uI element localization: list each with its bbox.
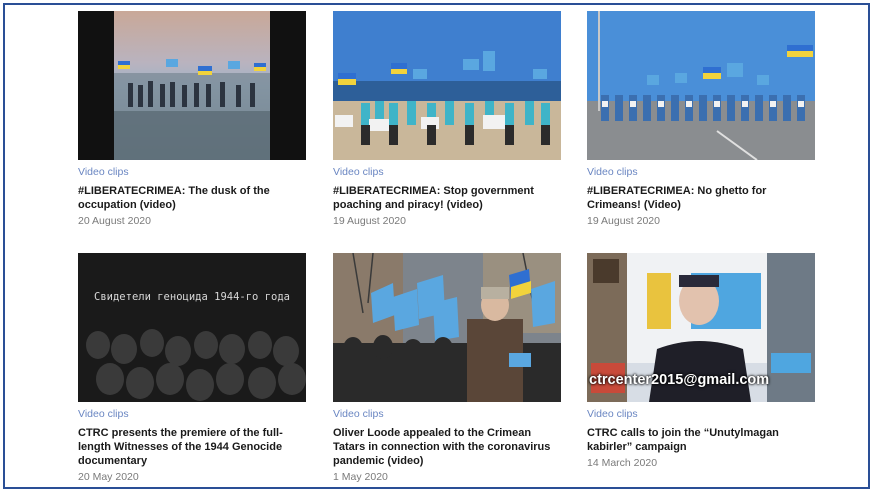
category-link[interactable]: Video clips xyxy=(78,408,308,420)
article-title[interactable]: Oliver Loode appealed to the Crimean Tat… xyxy=(333,426,563,468)
category-link[interactable]: Video clips xyxy=(333,408,563,420)
category-link[interactable]: Video clips xyxy=(333,166,563,178)
thumbnail-caption: Свидетели геноцида 1944-го года xyxy=(94,291,290,303)
category-link[interactable]: Video clips xyxy=(587,166,817,178)
thumbnail-image[interactable] xyxy=(333,11,561,160)
article-title[interactable]: CTRC calls to join the “Unutylmagan kabi… xyxy=(587,426,817,454)
articles-frame: Video clips #LIBERATECRIMEA: The dusk of… xyxy=(3,3,870,489)
category-link[interactable]: Video clips xyxy=(587,408,817,420)
article-date: 1 May 2020 xyxy=(333,471,388,483)
thumbnail-image[interactable] xyxy=(587,11,815,160)
article-date: 20 May 2020 xyxy=(78,471,139,483)
article-card[interactable]: Video clips #LIBERATECRIMEA: The dusk of… xyxy=(78,11,308,227)
thumbnail-image[interactable]: Свидетели геноцида 1944-го года xyxy=(78,253,306,402)
article-title[interactable]: #LIBERATECRIMEA: No ghetto for Crimeans!… xyxy=(587,184,817,212)
article-date: 19 August 2020 xyxy=(587,215,660,227)
article-title[interactable]: #LIBERATECRIMEA: The dusk of the occupat… xyxy=(78,184,308,212)
article-date: 14 March 2020 xyxy=(587,457,658,469)
thumbnail-image[interactable]: ctrcenter2015@gmail.com xyxy=(587,253,815,402)
category-link[interactable]: Video clips xyxy=(78,166,308,178)
article-title[interactable]: #LIBERATECRIMEA: Stop government poachin… xyxy=(333,184,563,212)
article-card[interactable]: ctrcenter2015@gmail.com Video clips CTRC… xyxy=(587,253,817,469)
article-date: 20 August 2020 xyxy=(78,215,151,227)
article-title[interactable]: CTRC presents the premiere of the full-l… xyxy=(78,426,308,468)
thumbnail-image[interactable] xyxy=(78,11,306,160)
article-card[interactable]: Video clips #LIBERATECRIMEA: No ghetto f… xyxy=(587,11,817,227)
thumbnail-image[interactable] xyxy=(333,253,561,402)
article-card[interactable]: Video clips Oliver Loode appealed to the… xyxy=(333,253,563,483)
thumbnail-caption: ctrcenter2015@gmail.com xyxy=(589,372,770,388)
article-date: 19 August 2020 xyxy=(333,215,406,227)
article-card[interactable]: Video clips #LIBERATECRIMEA: Stop govern… xyxy=(333,11,563,227)
article-card[interactable]: Свидетели геноцида 1944-го года Video cl… xyxy=(78,253,308,483)
